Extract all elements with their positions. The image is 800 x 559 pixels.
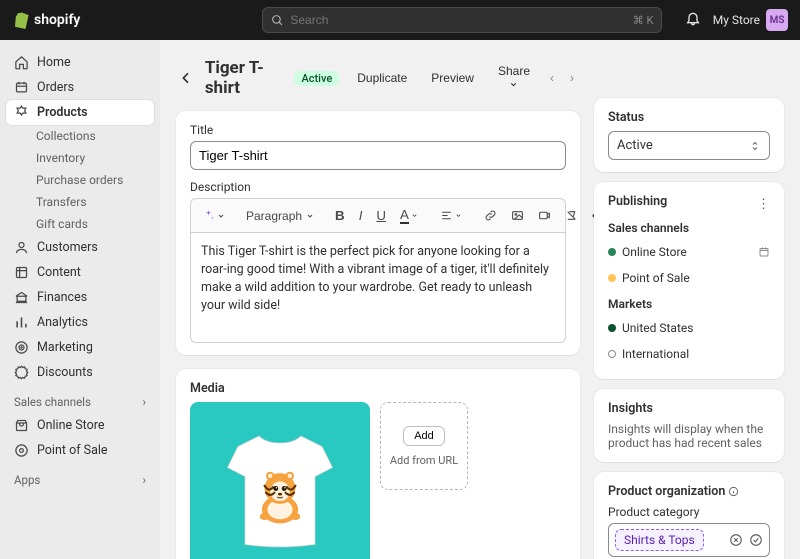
search-container: ⌘ K — [262, 7, 662, 33]
share-button[interactable]: Share — [488, 59, 540, 97]
bold-button[interactable]: B — [330, 204, 350, 227]
status-card: Status Active — [594, 98, 784, 172]
nav-finances[interactable]: Finances — [6, 285, 154, 310]
nav-home[interactable]: Home — [6, 50, 154, 75]
nav-customers[interactable]: Customers — [6, 235, 154, 260]
store-name: My Store — [713, 13, 760, 27]
nav-analytics[interactable]: Analytics — [6, 310, 154, 335]
category-chip[interactable]: Shirts & Tops — [615, 529, 704, 551]
search-box[interactable]: ⌘ K — [262, 7, 662, 33]
select-caret-icon — [749, 140, 761, 152]
nav-section-sales-channels: Sales channels› — [6, 385, 154, 413]
title-description-card: Title Description Paragraph B I U A — [176, 111, 580, 355]
nav-section-apps[interactable]: Apps› — [6, 463, 154, 491]
ai-generate-button[interactable] — [197, 205, 230, 226]
nav-online-store[interactable]: Online Store — [6, 413, 154, 438]
store-switcher[interactable]: My Store MS — [713, 9, 788, 31]
preview-button[interactable]: Preview — [421, 59, 484, 97]
nav-collections[interactable]: Collections — [6, 125, 154, 147]
category-input[interactable]: Shirts & Tops — [608, 523, 770, 557]
tshirt-image — [210, 422, 350, 559]
market-us: United States — [608, 315, 770, 341]
nav-orders[interactable]: Orders — [6, 75, 154, 100]
nav-purchase-orders[interactable]: Purchase orders — [6, 169, 154, 191]
brand-name: shopify — [34, 12, 80, 28]
channel-pos: Point of Sale — [608, 265, 770, 291]
nav-discounts[interactable]: Discounts — [6, 360, 154, 385]
link-button[interactable] — [479, 205, 502, 226]
prev-product-button[interactable]: ‹ — [544, 59, 560, 97]
nav-marketing[interactable]: Marketing — [6, 335, 154, 360]
publishing-heading: Publishing — [608, 194, 667, 209]
insights-text: Insights will display when the product h… — [608, 422, 770, 450]
page-title: Tiger T-shirt — [205, 58, 287, 98]
image-button[interactable] — [506, 205, 529, 226]
status-dot-icon — [608, 324, 616, 332]
underline-button[interactable]: U — [371, 204, 391, 227]
text-color-button[interactable]: A — [395, 203, 423, 228]
description-editor[interactable]: This Tiger T-shirt is the perfect pick f… — [190, 233, 566, 343]
chevron-down-icon — [217, 212, 225, 220]
video-button[interactable] — [533, 205, 556, 226]
chevron-right-icon[interactable]: › — [143, 473, 146, 487]
nav-inventory[interactable]: Inventory — [6, 147, 154, 169]
italic-button[interactable]: I — [354, 204, 368, 227]
sidebar: Home Orders Products Collections Invento… — [0, 40, 160, 559]
avatar: MS — [766, 9, 788, 31]
insights-heading: Insights — [608, 401, 770, 416]
add-from-url-link[interactable]: Add from URL — [390, 454, 458, 467]
market-intl: International — [608, 341, 770, 367]
chevron-right-icon[interactable]: › — [143, 395, 146, 409]
clear-format-button[interactable] — [560, 205, 583, 226]
status-badge: Active — [294, 71, 339, 86]
status-select[interactable]: Active — [608, 131, 770, 160]
nav-content[interactable]: Content — [6, 260, 154, 285]
info-icon[interactable] — [728, 486, 739, 497]
nav-transfers[interactable]: Transfers — [6, 191, 154, 213]
search-shortcut: ⌘ K — [633, 14, 654, 27]
paragraph-style-select[interactable]: Paragraph — [242, 207, 318, 225]
status-heading: Status — [608, 110, 770, 125]
status-dot-icon — [608, 274, 616, 282]
status-dot-icon — [608, 350, 616, 358]
notifications-icon[interactable] — [685, 10, 701, 30]
next-product-button[interactable]: › — [564, 59, 580, 97]
page-header: Tiger T-shirt Active Duplicate Preview S… — [176, 58, 580, 98]
duplicate-button[interactable]: Duplicate — [347, 59, 417, 97]
calendar-icon[interactable] — [758, 246, 770, 258]
confirm-icon[interactable] — [749, 533, 763, 547]
org-heading: Product organization — [608, 484, 770, 499]
search-icon — [271, 14, 284, 27]
add-media-button[interactable]: Add — [403, 426, 445, 446]
align-button[interactable] — [435, 205, 467, 226]
category-label: Product category — [608, 505, 770, 519]
topbar: shopify ⌘ K My Store MS — [0, 0, 800, 40]
sales-channels-label: Sales channels — [608, 221, 770, 235]
media-card: Media — [176, 369, 580, 559]
channel-online-store: Online Store — [608, 239, 770, 265]
editor-toolbar: Paragraph B I U A ••• — [190, 198, 566, 233]
title-input[interactable] — [190, 141, 566, 170]
back-button[interactable] — [176, 66, 197, 90]
title-label: Title — [190, 123, 566, 137]
clear-icon[interactable] — [729, 533, 743, 547]
media-thumbnail[interactable] — [190, 402, 370, 559]
nav-pos[interactable]: Point of Sale — [6, 438, 154, 463]
status-dot-icon — [608, 248, 616, 256]
media-add-zone[interactable]: Add Add from URL — [380, 402, 468, 490]
organization-card: Product organization Product category Sh… — [594, 472, 784, 559]
markets-label: Markets — [608, 297, 770, 311]
brand-logo[interactable]: shopify — [12, 11, 80, 29]
nav-gift-cards[interactable]: Gift cards — [6, 213, 154, 235]
insights-card: Insights Insights will display when the … — [594, 389, 784, 462]
media-heading: Media — [190, 381, 566, 396]
publishing-more-icon[interactable]: ⋮ — [757, 197, 770, 212]
publishing-card: Publishing ⋮ Sales channels Online Store… — [594, 182, 784, 379]
nav-products[interactable]: Products — [6, 100, 154, 125]
description-label: Description — [190, 180, 566, 194]
chevron-down-icon — [509, 80, 518, 89]
search-input[interactable] — [290, 13, 626, 27]
